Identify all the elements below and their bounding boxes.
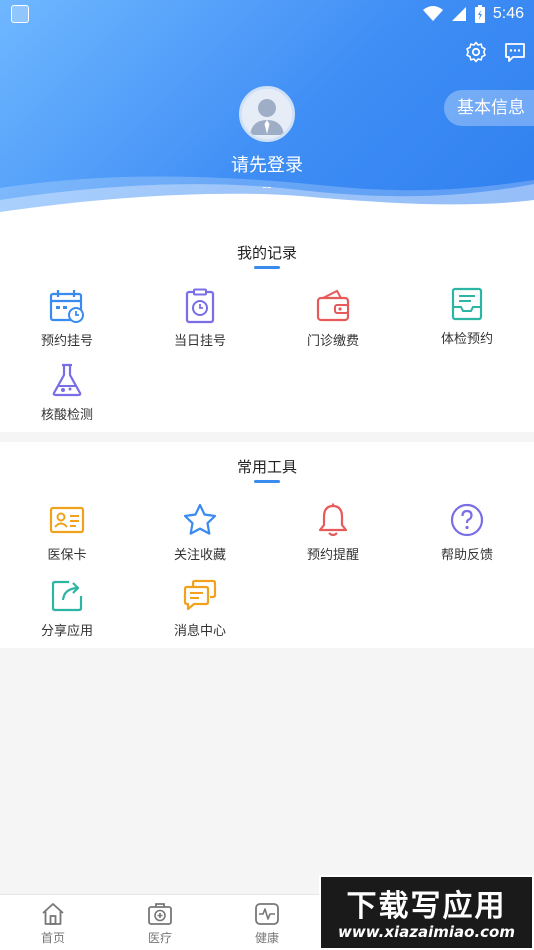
tool-label: 消息中心 [173, 624, 226, 639]
record-item-checkup[interactable]: 体检预约 [400, 286, 534, 356]
record-label: 门诊缴费 [306, 334, 359, 349]
tab-label: 医疗 [147, 931, 172, 945]
common-tools-section: 常用工具 医保卡 关注收藏 预约提醒 帮助反馈 分享应用 消息中心 [0, 442, 534, 648]
tray-document-icon [451, 287, 483, 321]
login-subtext: -- [262, 180, 272, 194]
tool-item-reminder[interactable]: 预约提醒 [266, 502, 400, 572]
tab-health[interactable]: 健康 [214, 901, 320, 946]
heartbeat-icon [255, 903, 279, 925]
message-icon[interactable] [503, 40, 527, 64]
record-item-same-day[interactable]: 当日挂号 [133, 288, 267, 358]
tool-item-favorites[interactable]: 关注收藏 [133, 502, 267, 572]
tool-item-help-feedback[interactable]: 帮助反馈 [400, 502, 534, 572]
tool-label: 帮助反馈 [440, 548, 493, 563]
title-underline [254, 266, 280, 269]
tool-label: 关注收藏 [173, 548, 226, 563]
clipboard-clock-icon [185, 288, 215, 324]
calendar-clock-icon [49, 290, 84, 323]
bell-icon [318, 503, 348, 537]
record-label: 体检预约 [440, 332, 493, 347]
section-title-records: 我的记录 [236, 244, 297, 262]
tab-home[interactable]: 首页 [0, 901, 106, 946]
title-underline [254, 480, 280, 483]
question-icon [450, 503, 484, 537]
wallet-icon [316, 289, 350, 322]
download-site-watermark: 下载写应用 www.xiazaimiao.com [319, 875, 534, 950]
home-icon [42, 903, 64, 925]
tab-label: 首页 [40, 931, 65, 945]
record-item-appointment[interactable]: 预约挂号 [0, 288, 134, 358]
tool-item-share-app[interactable]: 分享应用 [0, 578, 134, 648]
medical-kit-icon [148, 903, 172, 925]
basic-info-button[interactable]: 基本信息 [444, 90, 534, 126]
tool-label: 医保卡 [47, 548, 87, 563]
avatar[interactable] [239, 86, 295, 142]
record-label: 当日挂号 [173, 334, 226, 349]
tool-item-message-center[interactable]: 消息中心 [133, 578, 267, 648]
tab-medical[interactable]: 医疗 [107, 901, 213, 946]
record-label: 预约挂号 [40, 334, 93, 349]
login-prompt[interactable]: 请先登录 [0, 151, 534, 177]
tool-label: 预约提醒 [306, 548, 359, 563]
tool-item-insurance-card[interactable]: 医保卡 [0, 502, 134, 572]
settings-gear-icon[interactable] [464, 40, 488, 64]
share-icon [51, 580, 83, 612]
chat-bubbles-icon [183, 579, 217, 611]
section-title-tools: 常用工具 [236, 458, 297, 476]
signal-icon [451, 7, 466, 21]
user-avatar-icon [242, 89, 292, 139]
watermark-title: 下载写应用 [346, 889, 507, 924]
battery-icon [474, 5, 485, 23]
tab-label: 健康 [254, 931, 279, 945]
id-card-icon [49, 506, 85, 534]
record-label: 核酸检测 [40, 408, 93, 423]
my-records-section: 我的记录 预约挂号 当日挂号 门诊缴费 体检预约 核酸检测 [0, 230, 534, 432]
status-bar: 5:46 [0, 0, 534, 28]
record-item-nucleic-test[interactable]: 核酸检测 [0, 362, 134, 432]
star-icon [183, 503, 217, 535]
wifi-icon [422, 6, 443, 21]
tool-label: 分享应用 [40, 624, 93, 639]
record-item-payment[interactable]: 门诊缴费 [266, 288, 400, 358]
flask-icon [52, 363, 82, 397]
watermark-url: www.xiazaimiao.com [338, 923, 515, 941]
app-notification-icon [11, 5, 29, 23]
status-time: 5:46 [492, 5, 524, 22]
